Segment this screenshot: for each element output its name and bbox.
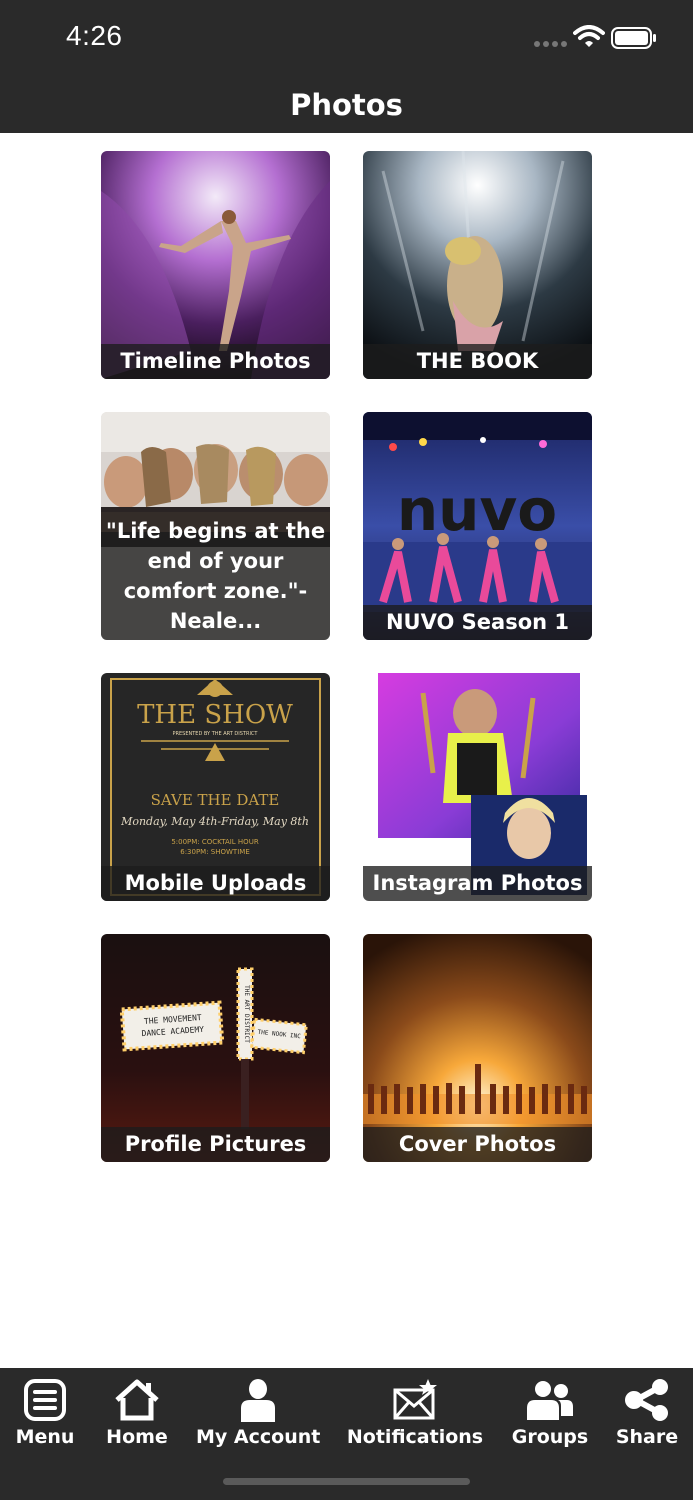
- album-title: Instagram Photos: [363, 866, 592, 901]
- tab-groups[interactable]: Groups: [508, 1378, 592, 1458]
- home-indicator[interactable]: [223, 1478, 470, 1485]
- cocktail-hour-text: 5:00PM: COCKTAIL HOUR: [171, 838, 259, 846]
- save-date-text: SAVE THE DATE: [151, 791, 280, 809]
- album-title: Timeline Photos: [101, 344, 330, 379]
- tab-label: My Account: [196, 1426, 321, 1448]
- album-tile-cover-photos[interactable]: Cover Photos: [363, 934, 592, 1162]
- notifications-icon: [393, 1379, 437, 1420]
- album-tile-the-book[interactable]: THE BOOK: [363, 151, 592, 379]
- cellular-signal-icon: [534, 41, 567, 47]
- album-title: THE BOOK: [363, 344, 592, 379]
- album-title: Profile Pictures: [101, 1127, 330, 1162]
- album-grid: Timeline Photos THE BOOK "Life begins at…: [0, 133, 693, 1368]
- tab-home[interactable]: Home: [100, 1378, 174, 1458]
- tab-label: Share: [615, 1426, 679, 1448]
- navigation-bar: Photos: [0, 80, 693, 133]
- menu-icon: [24, 1379, 66, 1421]
- showtime-text: 6:30PM: SHOWTIME: [180, 848, 250, 856]
- tab-label: Groups: [511, 1426, 589, 1448]
- album-tile-mobile-uploads[interactable]: THE SHOW PRESENTED BY THE ART DISTRICT S…: [101, 673, 330, 901]
- tab-menu[interactable]: Menu: [8, 1378, 82, 1458]
- album-tile-profile-pictures[interactable]: THE MOVEMENT DANCE ACADEMY THE ART DISTR…: [101, 934, 330, 1162]
- album-tile-timeline-photos[interactable]: Timeline Photos: [101, 151, 330, 379]
- show-title-text: THE SHOW: [137, 700, 293, 730]
- status-time: 4:26: [66, 20, 123, 51]
- tab-label: Home: [106, 1426, 168, 1448]
- tab-my-account[interactable]: My Account: [196, 1378, 320, 1458]
- status-bar: 4:26: [0, 0, 693, 80]
- groups-icon: [527, 1381, 573, 1420]
- home-icon: [115, 1379, 159, 1421]
- show-dates-text: Monday, May 4th-Friday, May 8th: [120, 815, 309, 828]
- album-title: Cover Photos: [363, 1127, 592, 1162]
- tab-label: Menu: [15, 1426, 75, 1448]
- album-title: NUVO Season 1: [363, 605, 592, 640]
- tab-label: Notifications: [346, 1426, 484, 1448]
- album-title: Mobile Uploads: [101, 866, 330, 901]
- wifi-icon: [573, 25, 605, 47]
- share-icon: [625, 1379, 668, 1421]
- album-tile-nuvo-season-1[interactable]: nuvo NUVO Season 1: [363, 412, 592, 640]
- show-presenter-text: PRESENTED BY THE ART DISTRICT: [173, 731, 259, 737]
- user-icon: [241, 1379, 275, 1422]
- page-title: Photos: [290, 88, 403, 122]
- album-tile-life-begins[interactable]: "Life begins at the end of your comfort …: [101, 412, 330, 640]
- nuvo-logo-text: nuvo: [397, 476, 557, 544]
- tab-share[interactable]: Share: [612, 1378, 682, 1458]
- battery-icon: [611, 27, 656, 49]
- album-title: "Life begins at the end of your comfort …: [101, 512, 330, 640]
- marquee-vertical-text: THE ART DISTRICT: [243, 985, 250, 1043]
- album-tile-instagram-photos[interactable]: Instagram Photos: [363, 673, 592, 901]
- tab-notifications[interactable]: Notifications: [346, 1378, 484, 1458]
